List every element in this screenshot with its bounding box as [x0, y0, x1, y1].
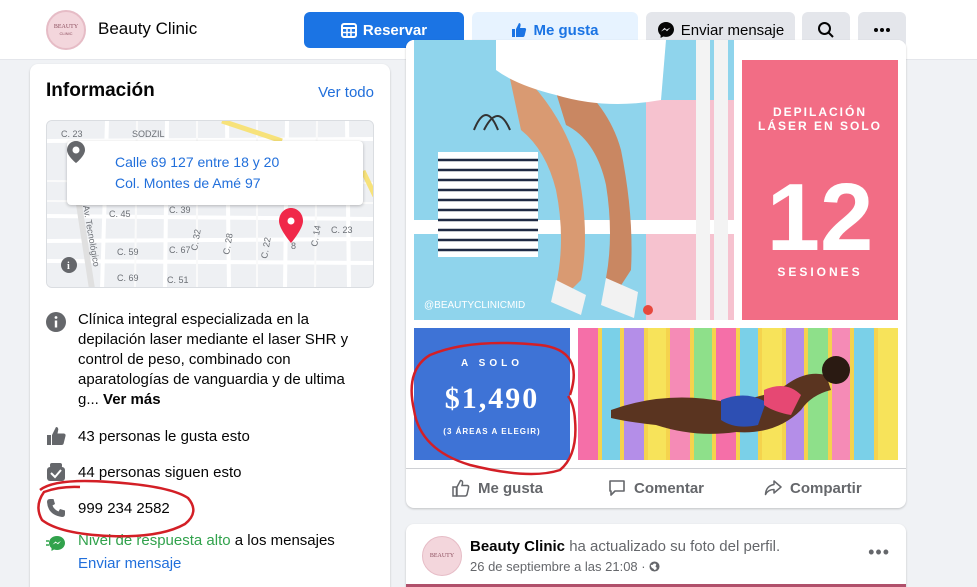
share-icon [764, 480, 782, 496]
send-message-label: Enviar mensaje [680, 21, 785, 39]
post-card: @BEAUTYCLINICMID DEPILACIÓN LÁSER EN SOL… [406, 40, 906, 508]
promo-title-line1: DEPILACIÓN [773, 104, 867, 119]
page-description: Clínica integral especializada en la dep… [78, 310, 358, 410]
post-actions-bar: Me gusta Comentar Compartir [406, 468, 906, 508]
address-line-2[interactable]: Col. Montes de Amé 97 [115, 175, 261, 191]
ellipsis-icon [874, 28, 890, 32]
location-pin-icon [67, 141, 85, 163]
post-action-text: ha actualizado su foto del perfil. [565, 538, 781, 555]
promo-sessions: SESIONES [777, 265, 862, 279]
address-line-1[interactable]: Calle 69 127 entre 18 y 20 [115, 154, 279, 170]
svg-text:i: i [67, 261, 70, 272]
map-label: C. 51 [167, 275, 189, 285]
see-more-link[interactable]: Ver más [103, 391, 161, 408]
location-map[interactable]: C. 23 SODZIL C. 45 C. 39 C. 59 C. 67 C. … [46, 120, 374, 288]
comment-icon [609, 480, 625, 496]
post-card-profile-update: BEAUTY Beauty Clinic ha actualizado su f… [406, 524, 906, 587]
response-rate-highlight: Nivel de respuesta alto [78, 532, 231, 549]
phone-icon [47, 499, 65, 517]
followers-icon [47, 463, 65, 481]
map-label: C. 69 [117, 273, 139, 283]
promo-title-line2: LÁSER EN SOLO [758, 118, 882, 133]
info-title: Información [46, 80, 155, 101]
map-label: C. 39 [169, 205, 191, 215]
post-header: Beauty Clinic ha actualizado su foto del… [470, 538, 780, 555]
globe-icon [649, 561, 660, 572]
share-button[interactable]: Compartir [764, 479, 862, 497]
likes-count: 43 personas le gusta esto [78, 428, 250, 445]
thumbs-up-icon [512, 23, 527, 37]
promo-number: 12 [767, 164, 874, 271]
response-rate-rest: a los mensajes [230, 532, 335, 549]
search-icon [818, 22, 834, 38]
like-page-label: Me gusta [533, 21, 599, 39]
instagram-handle: @BEAUTYCLINICMID [424, 300, 525, 311]
phone-number[interactable]: 999 234 2582 [78, 500, 170, 517]
promo-image[interactable]: @BEAUTYCLINICMID DEPILACIÓN LÁSER EN SOL… [406, 40, 906, 468]
map-label: C. 67 [169, 245, 191, 255]
page-logo[interactable]: BEAUTY CLINIC [46, 10, 86, 50]
messenger-icon [657, 22, 674, 38]
response-rate: Nivel de respuesta alto a los mensajes [78, 532, 335, 549]
post-options-button[interactable]: ••• [868, 542, 890, 563]
calendar-icon [340, 23, 357, 38]
post-date: 26 de septiembre a las 21:08 · [470, 559, 660, 574]
logo-subtext: CLINIC [59, 31, 73, 36]
see-all-link[interactable]: Ver todo [318, 84, 374, 101]
comment-button[interactable]: Comentar [608, 479, 704, 497]
map-label: C. 23 [61, 129, 83, 139]
info-circle-icon [46, 312, 66, 332]
like-post-button[interactable]: Me gusta [452, 479, 543, 497]
price-note: (3 ÁREAS A ELEGIR) [443, 427, 540, 436]
share-label: Compartir [790, 479, 862, 497]
map-label: SODZIL [132, 129, 165, 139]
page-name[interactable]: Beauty Clinic [98, 19, 197, 39]
info-card: Información Ver todo C. 23 SODZIL C. 45 … [30, 64, 390, 587]
followers-count: 44 personas siguen esto [78, 464, 242, 481]
avatar-logo-text: BEAUTY [429, 553, 455, 559]
map-label: C. 45 [109, 209, 131, 219]
map-label: C. 59 [117, 247, 139, 257]
map-label: C. 23 [331, 225, 353, 235]
thumbs-up-outline-icon [452, 479, 470, 497]
send-message-link[interactable]: Enviar mensaje [78, 555, 181, 572]
price-label: A SOLO [461, 358, 523, 369]
messenger-response-icon [46, 536, 65, 551]
post-author-avatar[interactable]: BEAUTY [422, 536, 462, 576]
post-timestamp[interactable]: 26 de septiembre a las 21:08 · [470, 559, 646, 574]
like-post-label: Me gusta [478, 479, 544, 497]
logo-text: BEAUTY [53, 24, 79, 30]
comment-label: Comentar [634, 479, 705, 497]
address-box[interactable]: Calle 69 127 entre 18 y 20 Col. Montes d… [67, 141, 363, 205]
reservar-label: Reservar [362, 21, 428, 39]
price-value: $1,490 [445, 382, 540, 415]
post-author-name[interactable]: Beauty Clinic [470, 538, 565, 555]
thumbs-up-icon [47, 427, 66, 445]
map-label: 8 [291, 241, 296, 251]
